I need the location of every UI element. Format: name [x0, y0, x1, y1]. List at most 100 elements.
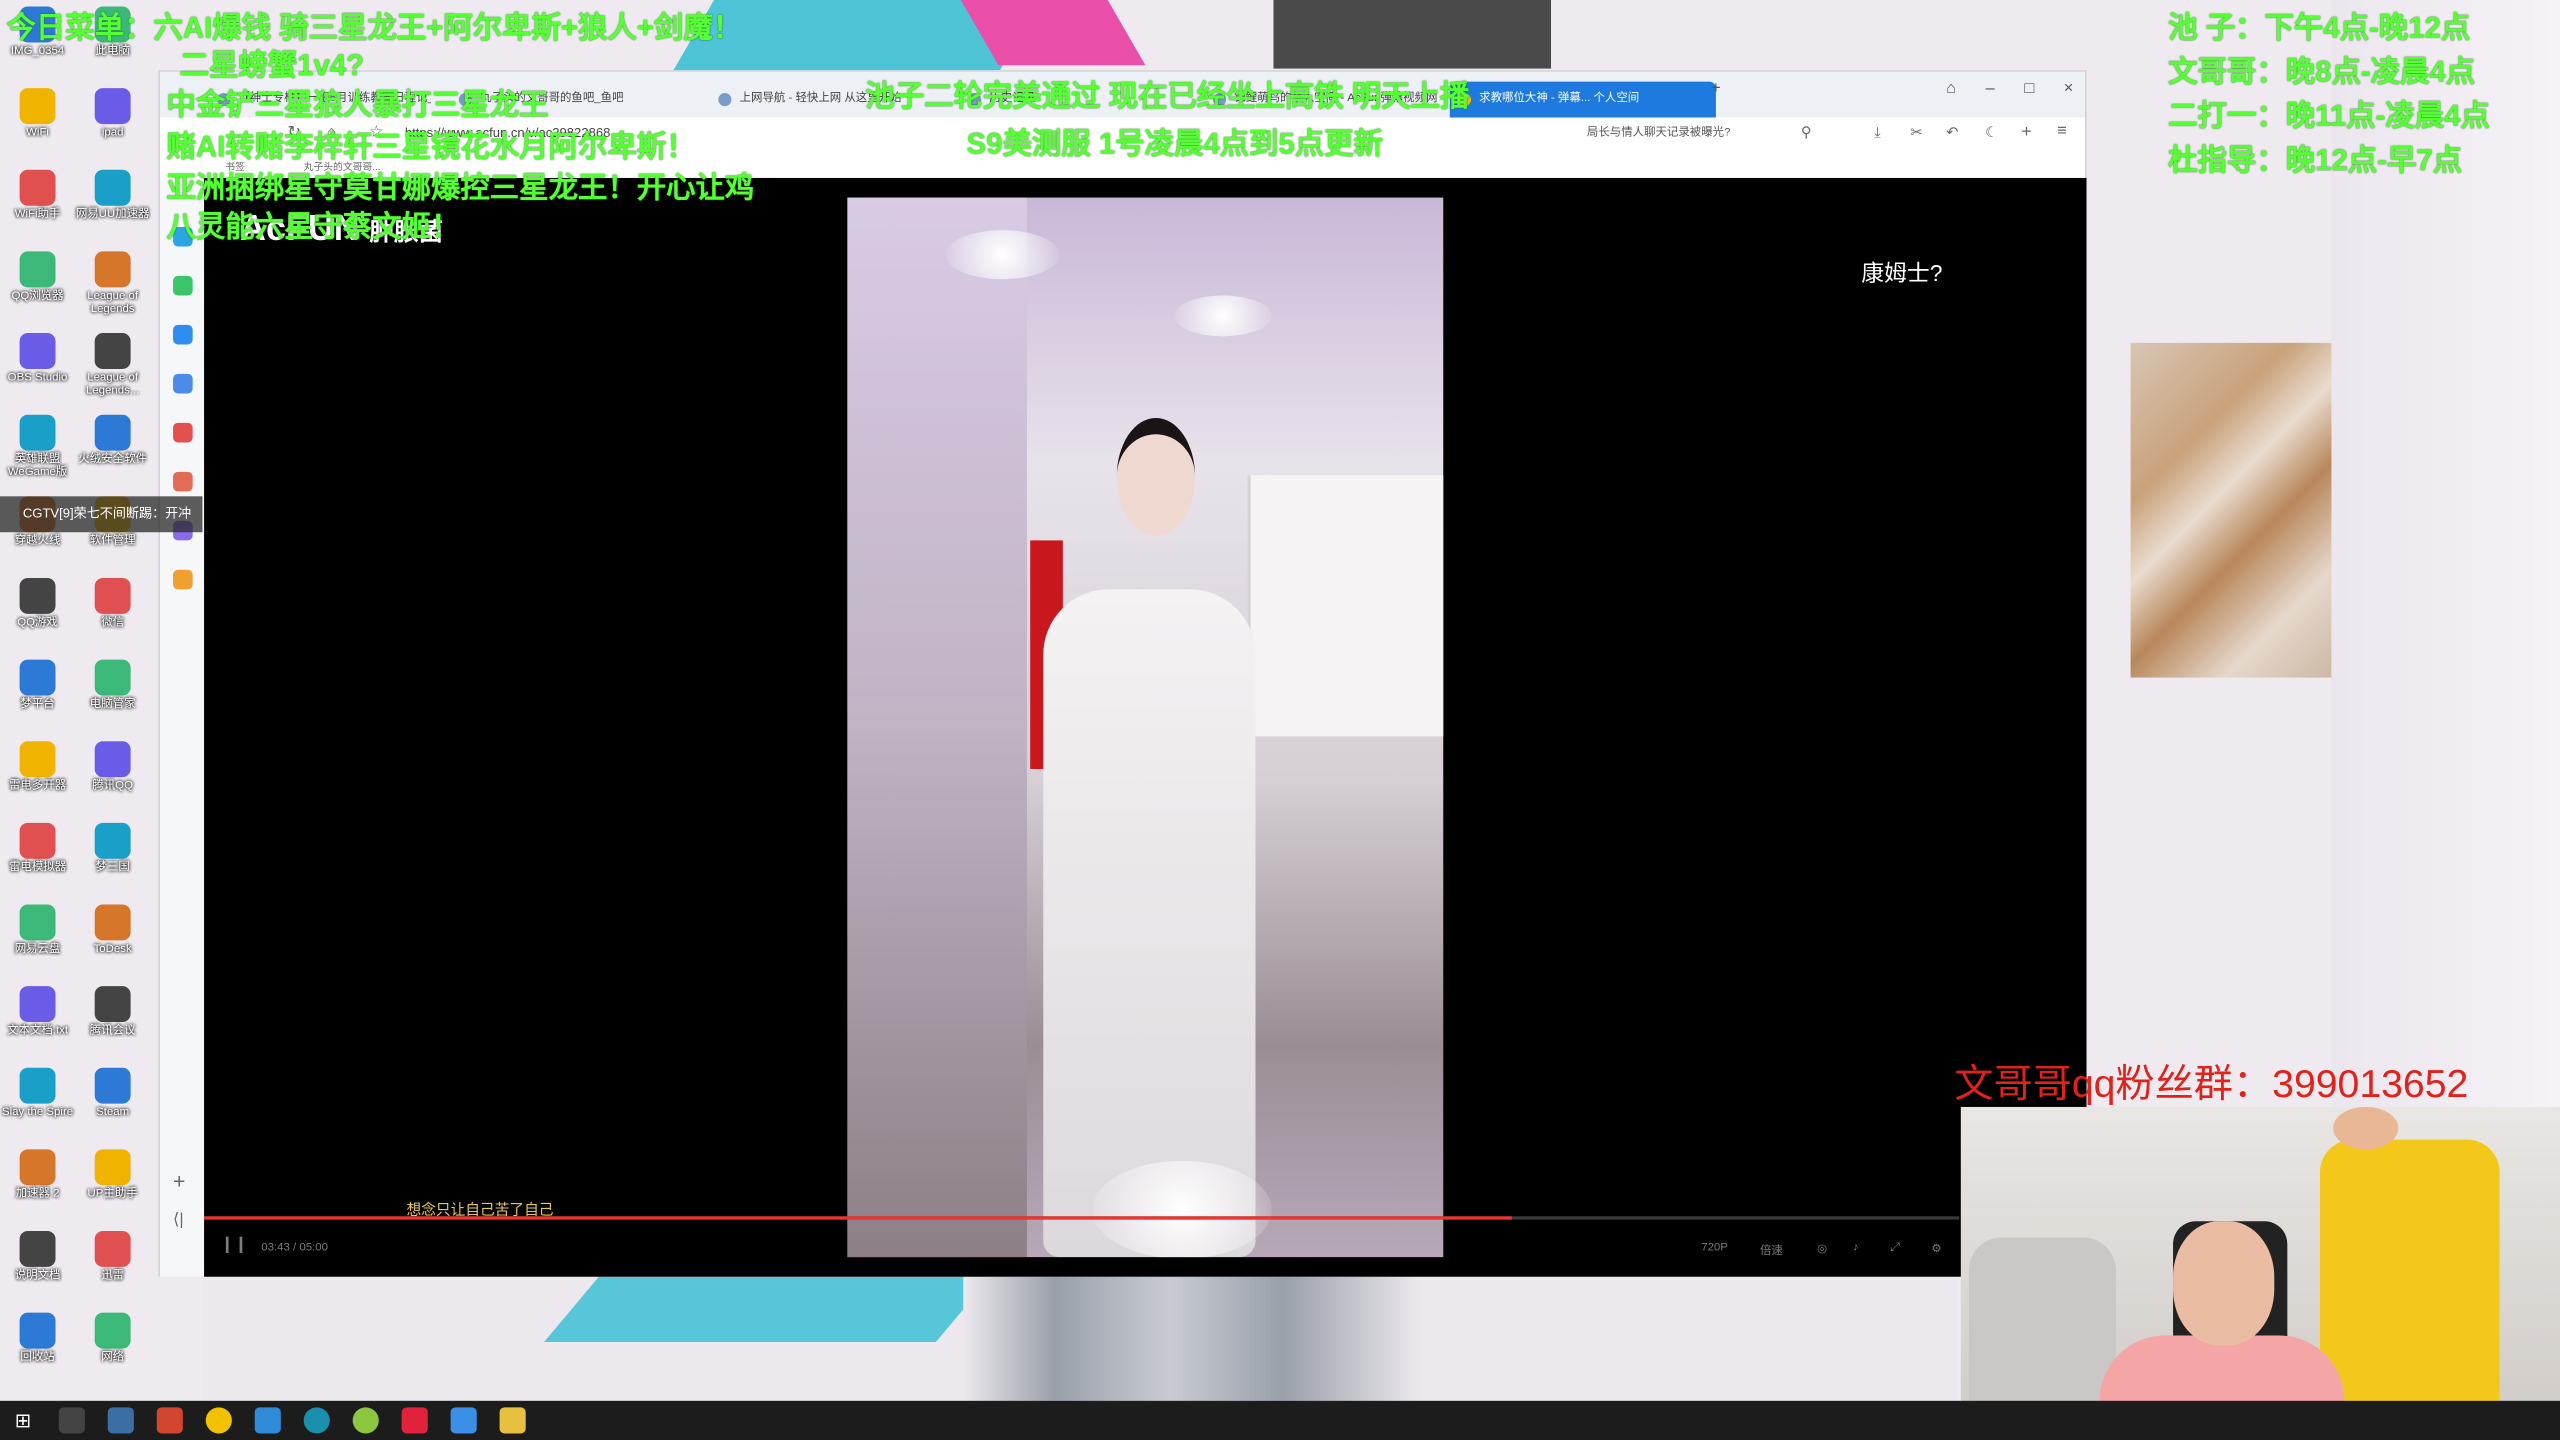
folder-icon[interactable] [499, 1407, 526, 1434]
add-icon[interactable]: + [2021, 122, 2032, 142]
browser-icon[interactable] [254, 1407, 281, 1434]
desktop-icon[interactable]: League of Legends... [75, 333, 150, 398]
weibo-icon[interactable] [173, 422, 193, 443]
desktop-icon[interactable]: 网易UU加速器 [75, 169, 150, 222]
pdf-icon[interactable] [173, 471, 193, 492]
desktop-icon-label: League of Legends [87, 290, 139, 316]
speed-button[interactable]: 倍速 [1760, 1242, 1783, 1258]
desktop-icon[interactable]: WiFi助手 [0, 169, 75, 222]
desktop-icon[interactable]: WiFi [0, 88, 75, 140]
desktop-icon-label: 加速器 2 [15, 1188, 60, 1200]
windows-start-icon[interactable]: ⊞ [10, 1407, 36, 1433]
desktop-icon[interactable]: 英雄联盟WeGame版 [0, 414, 75, 480]
task-view-icon[interactable] [58, 1407, 85, 1434]
maximize-button[interactable]: □ [2015, 80, 2044, 98]
desktop-icon[interactable]: 回收站 [0, 1312, 75, 1365]
desktop-icon[interactable]: Slay the Spire [0, 1067, 75, 1120]
wallpaper-marble [2130, 342, 2332, 678]
download-icon[interactable]: ⤓ [1874, 124, 1881, 142]
desktop-app-icon [19, 741, 56, 778]
desktop-icon[interactable]: Steam [75, 1067, 150, 1120]
desktop-app-icon [19, 1231, 56, 1267]
desktop-app-icon [94, 659, 131, 696]
desktop-icon[interactable]: QQ游戏 [0, 577, 75, 630]
desktop-icon[interactable]: 文本文档.txt [0, 986, 75, 1038]
night-mode-icon[interactable]: ☾ [1985, 124, 1998, 142]
desktop-icon[interactable]: ToDesk [75, 904, 150, 956]
desktop-app-icon [19, 1067, 56, 1104]
desktop-app-icon [19, 251, 56, 288]
video-player[interactable]: AcFUN 肿胀菌 康姆士? 想念只让自己苦了自己 ❙❙ 03:43 / 05:0… [204, 177, 2087, 1277]
desktop-icon-label: 穿越火线 [14, 535, 61, 547]
desktop-icon[interactable]: 雷电多开器 [0, 741, 75, 793]
pause-icon[interactable]: ❙❙ [220, 1236, 247, 1254]
announce-line-1: 池子二轮完美通过 现在已经坐上高铁 明天上播 [865, 79, 1470, 113]
new-tab-button[interactable]: + [1701, 80, 1730, 98]
desktop-icon[interactable]: League of Legends [75, 251, 150, 316]
desktop-icon[interactable]: 雷电模拟器 [0, 822, 75, 875]
collapse-icon[interactable]: ⟨| [173, 1211, 184, 1229]
desktop-app-icon [94, 169, 131, 206]
volume-icon[interactable]: ♪ [1853, 1242, 1859, 1253]
desktop-icon[interactable]: 梦三国 [75, 822, 150, 875]
desktop-app-icon [19, 577, 56, 614]
desktop-icon[interactable]: 网络 [75, 1312, 150, 1365]
schedule-line-1: 池 子：下午4点-晚12点 [2168, 11, 2471, 45]
shield-icon[interactable]: ⌂ [1936, 80, 1965, 98]
time-display: 03:43 / 05:00 [261, 1242, 328, 1254]
desktop-icon-label: 软件管理 [89, 535, 136, 547]
app-icon[interactable] [352, 1407, 379, 1434]
menu-line-4: 赌AI转赌李梓轩三星镜花水月阿尔卑斯！ [166, 130, 696, 164]
desktop-icon[interactable]: OBS Studio [0, 333, 75, 385]
obs-icon[interactable] [205, 1407, 232, 1434]
webcam-feed [1960, 1106, 2560, 1440]
search-field[interactable]: 局长与情人聊天记录被曝光? [1564, 122, 1815, 145]
app-icon[interactable] [303, 1407, 330, 1434]
mail-icon[interactable] [173, 569, 193, 590]
desktop-icon[interactable]: QQ浏览器 [0, 251, 75, 303]
desktop-icon[interactable]: 迅雷 [75, 1231, 150, 1283]
cam-person-yellow [2319, 1139, 2500, 1440]
frame-sparkle [945, 230, 1060, 280]
app-icon[interactable] [450, 1407, 477, 1434]
desktop-icon[interactable]: ipad [75, 88, 150, 140]
cloud-icon[interactable] [173, 373, 193, 394]
desktop-icon[interactable]: 电脑管家 [75, 659, 150, 712]
app-icon[interactable] [156, 1407, 183, 1434]
minimize-button[interactable]: – [1976, 80, 2005, 98]
desktop-icon[interactable]: 腾讯QQ [75, 741, 150, 793]
schedule-line-2: 文哥哥：晚8点-凌晨4点 [2168, 55, 2476, 89]
desktop-icon[interactable]: 火绒安全软件 [75, 414, 150, 467]
desktop-icon[interactable]: 梦平台 [0, 659, 75, 712]
fullscreen-icon[interactable]: ⤢ [1891, 1242, 1900, 1255]
app-icon[interactable] [107, 1407, 134, 1434]
settings-icon[interactable]: ⚙ [1931, 1242, 1941, 1255]
desktop-icon-label: Steam [96, 1106, 130, 1119]
sidebar-add-icon[interactable]: + [173, 1169, 185, 1193]
desktop-icon[interactable]: 网易云盘 [0, 904, 75, 956]
desktop-app-icon [94, 1231, 131, 1267]
desktop-icon-label: IMG_0354 [10, 45, 65, 58]
desktop-icon-label: 腾讯QQ [92, 780, 133, 792]
quality-button[interactable]: 720P [1701, 1242, 1728, 1253]
progress-bar[interactable] [204, 1216, 1960, 1220]
desktop-icon-label: 雷电模拟器 [8, 862, 67, 874]
desktop-icon[interactable]: UP主助手 [75, 1149, 150, 1201]
wechat-icon[interactable] [173, 275, 193, 296]
tab-6-active[interactable]: 求教哪位大神 - 弹幕... 个人空间 [1449, 81, 1716, 118]
desktop-app-icon [94, 986, 131, 1023]
cam-person-head [2333, 1106, 2399, 1150]
search-icon[interactable]: ⚲ [1801, 124, 1812, 142]
desktop-icon[interactable]: 微信 [75, 577, 150, 630]
menu-icon[interactable]: ≡ [2057, 122, 2067, 140]
desktop-icon[interactable]: 腾讯会议 [75, 986, 150, 1038]
app-icon[interactable] [173, 324, 193, 345]
wallpaper-dark-shape [1273, 0, 1552, 69]
app-icon[interactable] [401, 1407, 428, 1434]
scissors-icon[interactable]: ✂ [1910, 124, 1922, 142]
desktop-icon[interactable]: 加速器 2 [0, 1149, 75, 1201]
desktop-icon[interactable]: 说明文档 [0, 1231, 75, 1283]
danmaku-icon[interactable]: ◎ [1817, 1242, 1827, 1255]
undo-icon[interactable]: ↶ [1946, 124, 1958, 142]
close-button[interactable]: × [2054, 80, 2083, 98]
